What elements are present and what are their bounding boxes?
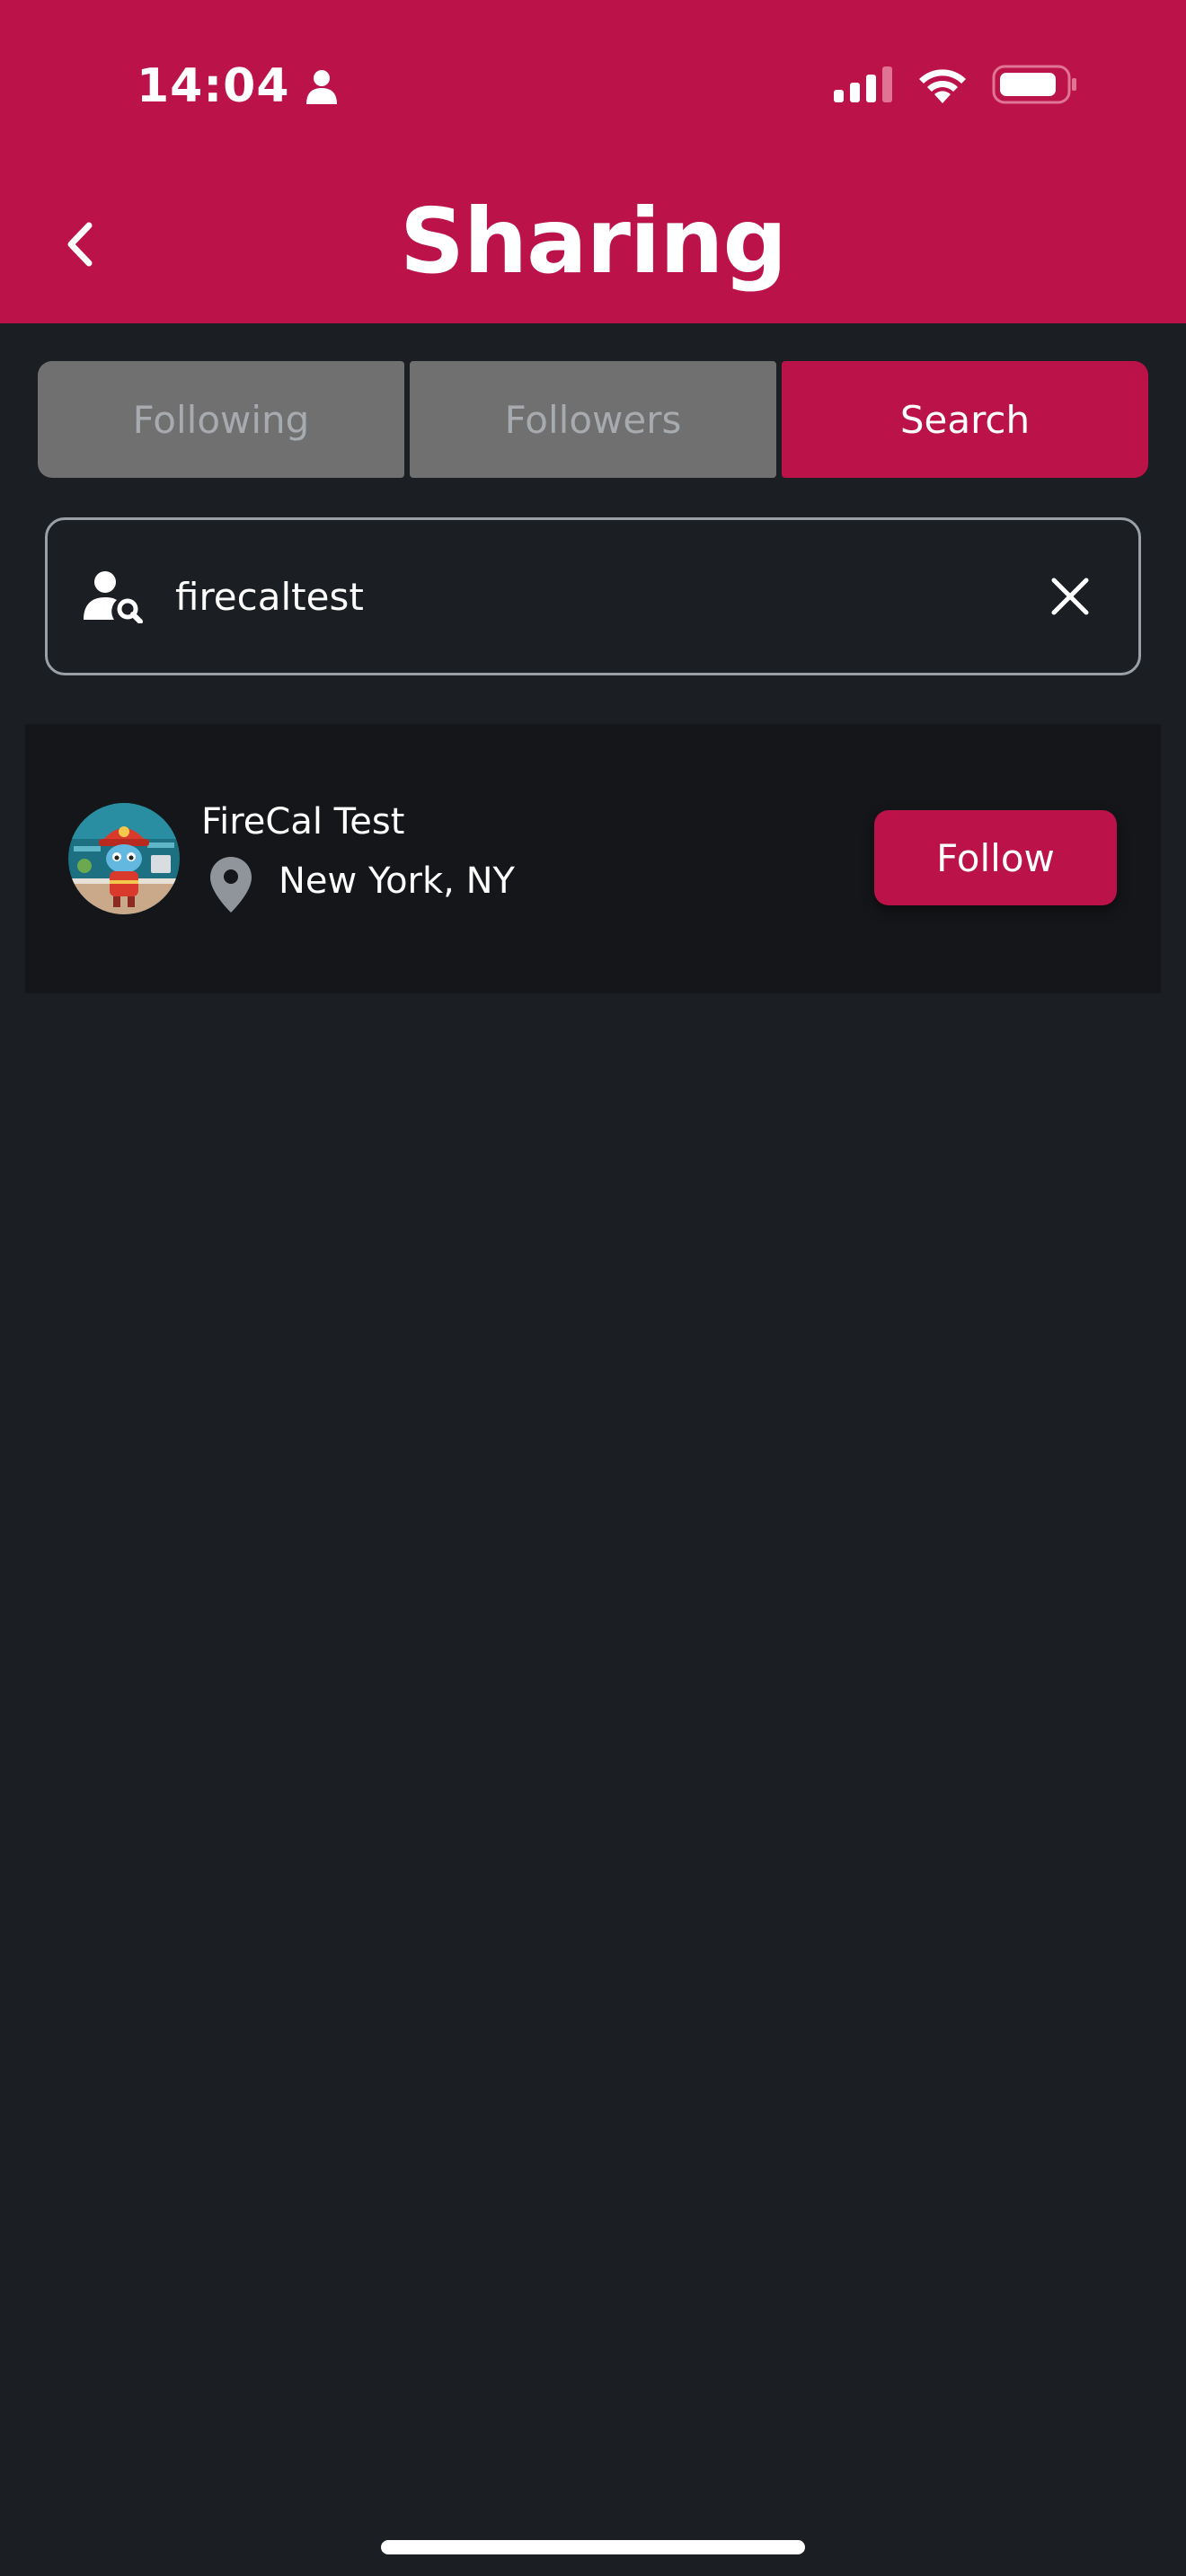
person-icon	[305, 70, 337, 104]
status-time-text: 14:04	[137, 59, 290, 113]
close-icon	[1051, 578, 1089, 615]
search-result-item: FireCal Test New York, NY Follow	[25, 724, 1161, 993]
follow-button[interactable]: Follow	[874, 810, 1117, 905]
avatar[interactable]	[68, 803, 180, 914]
wifi-icon	[919, 69, 966, 103]
page-title: Sharing	[399, 189, 787, 294]
tab-search[interactable]: Search	[782, 361, 1148, 478]
status-icons	[834, 65, 1078, 104]
status-time: 14:04	[137, 59, 339, 113]
home-indicator[interactable]	[381, 2540, 805, 2554]
tab-followers[interactable]: Followers	[410, 361, 776, 478]
sharing-tabs: Following Followers Search	[38, 361, 1148, 478]
firefighter-avatar-image	[68, 803, 180, 914]
location-pin-icon	[210, 857, 252, 913]
battery-icon	[992, 65, 1076, 104]
user-search-icon	[84, 571, 143, 623]
user-name: FireCal Test	[201, 801, 405, 842]
user-location: New York, NY	[279, 860, 515, 902]
search-input[interactable]	[175, 551, 1034, 641]
tab-following[interactable]: Following	[38, 361, 404, 478]
app-header: 14:04 Sharing	[0, 0, 1186, 323]
clear-search-button[interactable]	[1034, 560, 1106, 632]
signal-icon	[834, 66, 892, 102]
user-search-field	[45, 517, 1141, 675]
